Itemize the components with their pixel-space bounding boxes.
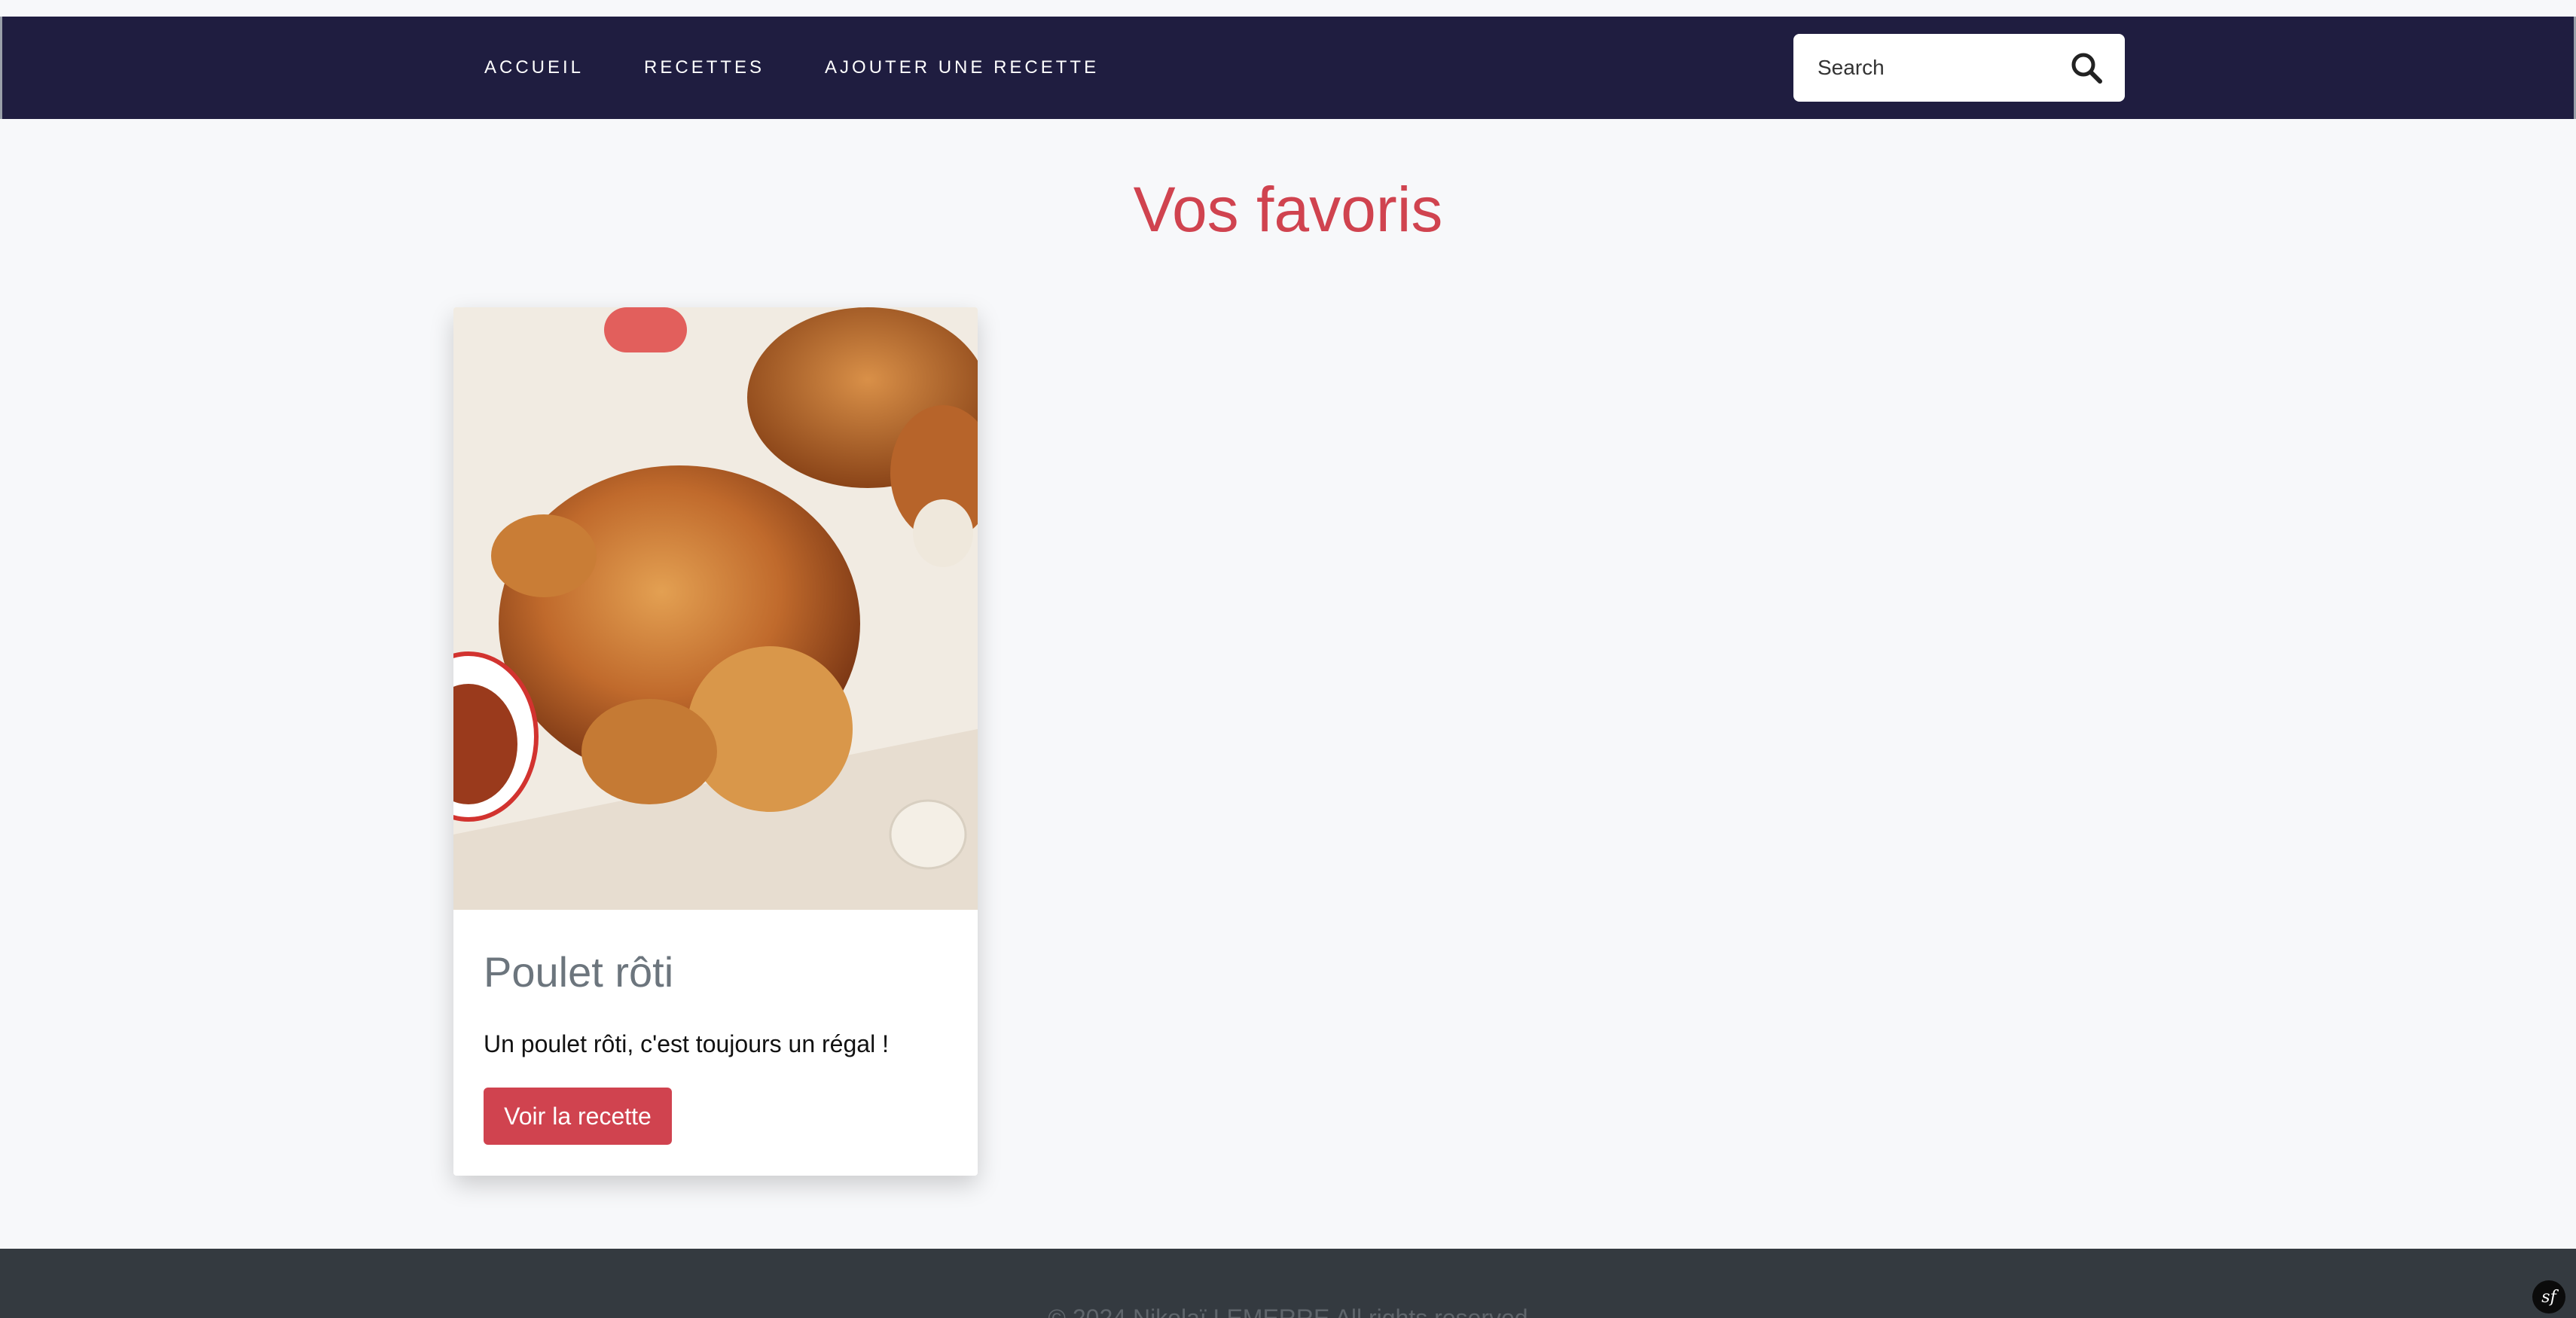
footer: © 2024 Nikolaï LEMERRE All rights reserv… bbox=[0, 1249, 2576, 1318]
nav-link-recettes[interactable]: RECETTES bbox=[644, 57, 765, 78]
magnifier-icon bbox=[2071, 53, 2102, 84]
search-button[interactable] bbox=[2068, 49, 2105, 87]
navbar: ACCUEIL RECETTES AJOUTER UNE RECETTE bbox=[0, 17, 2576, 119]
roast-chicken-photo bbox=[453, 307, 978, 910]
nav-links: ACCUEIL RECETTES AJOUTER UNE RECETTE bbox=[484, 17, 1099, 119]
recipe-card: Poulet rôti Un poulet rôti, c'est toujou… bbox=[453, 307, 978, 1176]
footer-copyright: © 2024 Nikolaï LEMERRE All rights reserv… bbox=[1048, 1304, 1528, 1318]
card-title: Poulet rôti bbox=[484, 948, 674, 996]
search-box bbox=[1793, 34, 2125, 102]
nav-link-ajouter-recette[interactable]: AJOUTER UNE RECETTE bbox=[825, 57, 1099, 78]
page-title: Vos favoris bbox=[1133, 174, 1443, 245]
nav-link-accueil[interactable]: ACCUEIL bbox=[484, 57, 584, 78]
top-band bbox=[0, 0, 2576, 17]
search-input[interactable] bbox=[1818, 45, 2059, 90]
card-description: Un poulet rôti, c'est toujours un régal … bbox=[484, 1030, 889, 1057]
symfony-logo-icon[interactable]: sf bbox=[2532, 1280, 2565, 1313]
view-recipe-button[interactable]: Voir la recette bbox=[484, 1088, 672, 1145]
